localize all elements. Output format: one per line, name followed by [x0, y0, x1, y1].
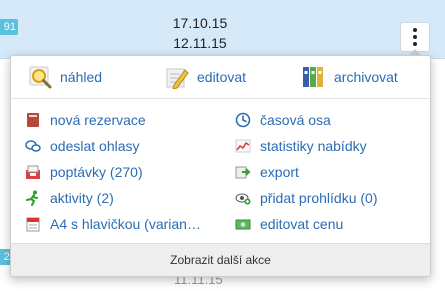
export-icon: [235, 166, 251, 179]
add-viewing-label: přidat prohlídku (0): [260, 190, 378, 206]
export-item[interactable]: export: [235, 161, 299, 183]
eye-plus-icon: [235, 193, 251, 205]
clock-icon: [235, 112, 251, 128]
top-actions-bar: náhled editovat archivovat: [11, 56, 430, 99]
kebab-dot: [413, 42, 417, 46]
inbox-alarm-icon: [26, 165, 40, 179]
archive-button[interactable]: archivovat: [302, 65, 398, 89]
send-reviews-item[interactable]: odeslat ohlasy: [25, 135, 140, 157]
kebab-dot: [413, 28, 417, 32]
export-label: export: [260, 164, 299, 180]
edit-price-label: editovat cenu: [260, 216, 344, 232]
kebab-dot: [413, 35, 417, 39]
timeline-item[interactable]: časová osa: [235, 109, 331, 131]
actions-popup: náhled editovat archivovat nová rezervac…: [10, 55, 431, 277]
line-chart-icon: [235, 139, 251, 153]
add-viewing-item[interactable]: přidat prohlídku (0): [235, 187, 378, 209]
magnifier-icon: [29, 66, 52, 89]
banknote-icon: [235, 219, 251, 230]
preview-label: náhled: [60, 69, 103, 85]
more-actions-button[interactable]: [400, 22, 430, 52]
running-man-icon: [26, 190, 38, 206]
show-more-actions-button[interactable]: Zobrazit další akce: [11, 243, 430, 276]
a4-letterhead-label: A4 s hlavičkou (varian…: [50, 216, 201, 232]
offer-stats-label: statistiky nabídky: [260, 138, 367, 154]
activities-label: aktivity (2): [50, 190, 114, 206]
timeline-label: časová osa: [260, 112, 331, 128]
book-icon: [27, 113, 39, 127]
inquiries-item[interactable]: poptávky (270): [25, 161, 143, 183]
offer-stats-item[interactable]: statistiky nabídky: [235, 135, 367, 157]
selected-table-row[interactable]: 91 17.10.15 12.11.15: [0, 0, 445, 59]
binders-icon: [303, 67, 323, 87]
activities-item[interactable]: aktivity (2): [25, 187, 114, 209]
date-start: 17.10.15: [172, 15, 228, 31]
calendar-page-icon: [26, 217, 40, 232]
edit-label: editovat: [197, 69, 247, 85]
date-end: 12.11.15: [173, 35, 227, 51]
edit-price-item[interactable]: editovat cenu: [235, 213, 343, 235]
send-reviews-label: odeslat ohlasy: [50, 138, 140, 154]
pencil-note-icon: [166, 68, 189, 89]
a4-letterhead-item[interactable]: A4 s hlavičkou (varian…: [25, 213, 201, 235]
inquiries-label: poptávky (270): [50, 164, 143, 180]
preview-button[interactable]: náhled: [28, 65, 102, 89]
new-reservation-label: nová rezervace: [50, 112, 146, 128]
archive-label: archivovat: [334, 69, 398, 85]
screen: 91 17.10.15 12.11.15 23 11.11.15 náhled: [0, 0, 445, 291]
chat-bubbles-icon: [25, 140, 41, 152]
new-reservation-item[interactable]: nová rezervace: [25, 109, 146, 131]
edit-button[interactable]: editovat: [165, 65, 246, 89]
row-badge: 91: [0, 19, 18, 35]
